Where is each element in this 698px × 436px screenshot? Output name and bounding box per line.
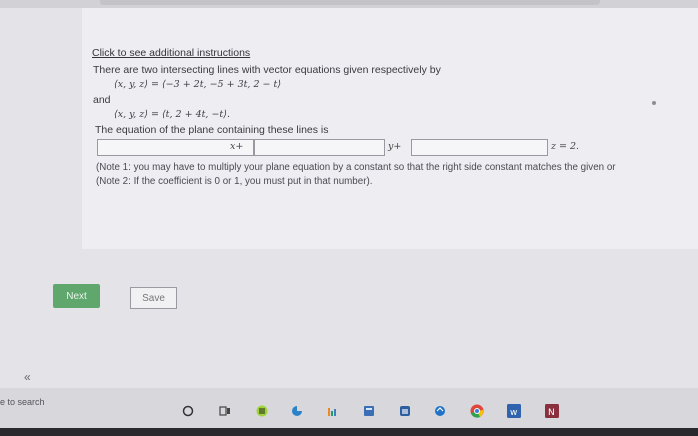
z-equals-label: z = 2. xyxy=(551,141,580,152)
coefficient-y-input[interactable] xyxy=(254,139,385,156)
onenote-icon[interactable]: N xyxy=(545,404,559,418)
decorative-dot xyxy=(652,101,656,105)
edge-icon[interactable] xyxy=(290,404,304,418)
store-icon[interactable] xyxy=(398,404,412,418)
question-intro: There are two intersecting lines with ve… xyxy=(93,64,441,76)
note-1: (Note 1: you may have to multiply your p… xyxy=(96,162,616,173)
plane-prompt: The equation of the plane containing the… xyxy=(95,124,329,136)
line-equation-1: ⟨x, y, z⟩ = ⟨−3 + 2t, −5 + 3t, 2 − t⟩ xyxy=(114,79,282,90)
taskbar-search-box[interactable]: e to search xyxy=(0,397,45,407)
top-tab-strip xyxy=(100,0,600,5)
coefficient-z-input[interactable] xyxy=(411,139,548,156)
media-player-icon[interactable] xyxy=(255,404,269,418)
task-view-icon[interactable] xyxy=(218,404,232,418)
svg-text:N: N xyxy=(548,408,555,418)
and-text: and xyxy=(93,94,111,106)
svg-text:w: w xyxy=(510,408,517,418)
y-label: y+ xyxy=(388,141,402,152)
browser-icon[interactable] xyxy=(433,404,447,418)
search-circle-icon[interactable] xyxy=(181,404,195,418)
next-button[interactable]: Next xyxy=(53,284,100,308)
collapse-sidebar-button[interactable]: « xyxy=(24,370,31,384)
calculator-icon[interactable] xyxy=(362,404,376,418)
note-2: (Note 2: If the coefficient is 0 or 1, y… xyxy=(96,176,373,187)
save-button[interactable]: Save xyxy=(130,287,177,309)
word-icon[interactable]: w xyxy=(507,404,521,418)
chart-app-icon[interactable] xyxy=(325,404,339,418)
screen-bottom-edge xyxy=(0,428,698,436)
additional-instructions-link[interactable]: Click to see additional instructions xyxy=(92,47,250,59)
browser-top-bar xyxy=(0,0,698,8)
x-label: x+ xyxy=(230,141,244,152)
chrome-icon[interactable] xyxy=(470,404,484,418)
line-equation-2: ⟨x, y, z⟩ = ⟨t, 2 + 4t, −t⟩. xyxy=(114,109,230,120)
